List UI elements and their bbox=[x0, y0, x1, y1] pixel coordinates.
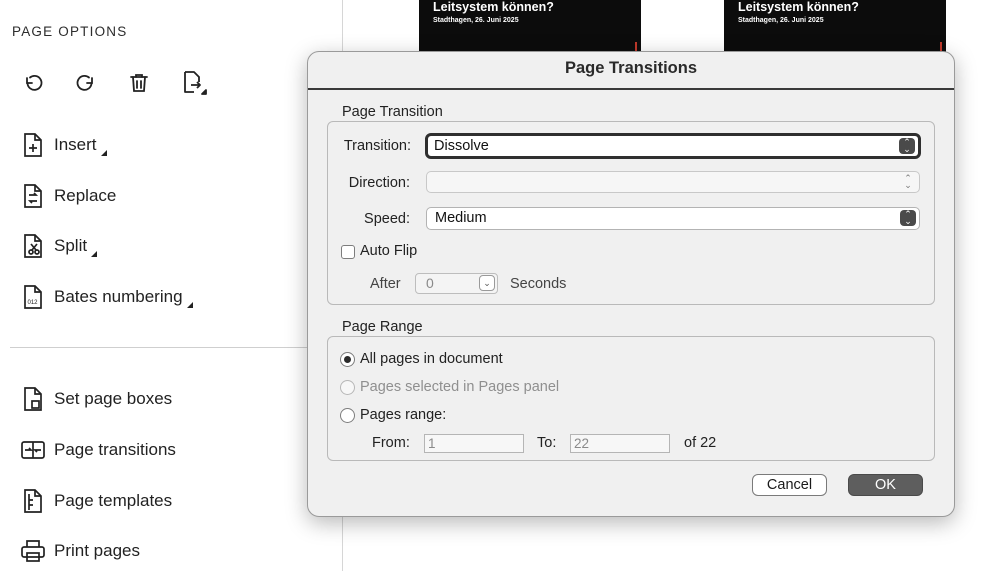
panel-title: PAGE OPTIONS bbox=[12, 24, 128, 39]
menu-item-page-templates[interactable]: Page templates bbox=[20, 484, 172, 518]
speed-select[interactable]: Medium ⌃ ⌄ bbox=[426, 207, 920, 230]
after-value: 0 bbox=[426, 275, 434, 291]
page-thumbnail[interactable]: Leitsystem können? Stadthagen, 26. Juni … bbox=[419, 0, 641, 58]
page-templates-icon bbox=[20, 488, 46, 514]
page-count-text: of 22 bbox=[684, 435, 717, 451]
menu-item-label: Page transitions bbox=[54, 440, 176, 459]
menu-item-label: Page templates bbox=[54, 491, 173, 510]
replace-page-icon bbox=[20, 183, 46, 209]
thumbnail-subtitle: Stadthagen, 26. Juni 2025 bbox=[738, 17, 824, 24]
direction-label: Direction: bbox=[348, 175, 410, 191]
speed-value: Medium bbox=[435, 210, 487, 226]
menu-item-replace[interactable]: Replace bbox=[20, 179, 116, 213]
insert-page-icon bbox=[20, 132, 46, 158]
menu-item-split[interactable]: Split bbox=[20, 229, 98, 263]
to-label: To: bbox=[537, 435, 557, 451]
export-page-icon[interactable] bbox=[178, 68, 208, 98]
page-thumbnail[interactable]: Leitsystem können? Stadthagen, 26. Juni … bbox=[724, 0, 946, 58]
transition-select[interactable]: Dissolve ⌃ ⌄ bbox=[425, 133, 921, 159]
menu-item-label: Replace bbox=[54, 186, 117, 205]
printer-icon bbox=[20, 538, 46, 564]
thumbnail-title: Leitsystem können? bbox=[738, 0, 859, 14]
select-arrows-icon: ⌃ ⌄ bbox=[900, 210, 916, 226]
auto-flip-label[interactable]: Auto Flip bbox=[360, 243, 417, 259]
menu-item-label: Set page boxes bbox=[54, 389, 173, 408]
thumbnail-subtitle: Stadthagen, 26. Juni 2025 bbox=[433, 17, 519, 24]
all-pages-label[interactable]: All pages in document bbox=[360, 351, 503, 367]
page-transition-section-label: Page Transition bbox=[342, 104, 443, 120]
undo-icon[interactable] bbox=[18, 68, 48, 98]
page-transitions-dialog: Page Transitions Page Transition Transit… bbox=[307, 51, 955, 517]
speed-label: Speed: bbox=[364, 211, 410, 227]
svg-text:012: 012 bbox=[28, 300, 39, 306]
split-page-icon bbox=[20, 233, 46, 259]
menu-item-set-page-boxes[interactable]: Set page boxes bbox=[20, 382, 172, 416]
auto-flip-checkbox[interactable] bbox=[341, 245, 355, 259]
after-label: After bbox=[370, 276, 401, 292]
page-transition-group: Transition: Dissolve ⌃ ⌄ Direction: ⌃ ⌄ Sp… bbox=[327, 121, 935, 305]
bates-numbering-icon: 012 bbox=[20, 284, 46, 310]
seconds-label: Seconds bbox=[510, 276, 567, 292]
select-arrows-icon: ⌃ ⌄ bbox=[904, 173, 912, 190]
selected-pages-radio[interactable] bbox=[340, 380, 355, 395]
menu-item-label: Split bbox=[54, 236, 88, 255]
page-options-panel: PAGE OPTIONS Insert Replace Split 012 Ba… bbox=[0, 0, 343, 571]
submenu-indicator-icon bbox=[91, 251, 98, 257]
selected-pages-label: Pages selected in Pages panel bbox=[360, 379, 560, 395]
direction-select[interactable]: ⌃ ⌄ bbox=[426, 171, 920, 193]
thumbnail-title: Leitsystem können? bbox=[433, 0, 554, 14]
select-arrows-icon: ⌃ ⌄ bbox=[899, 138, 915, 154]
trash-icon[interactable] bbox=[124, 68, 154, 98]
page-range-section-label: Page Range bbox=[342, 319, 423, 335]
menu-item-bates-numbering[interactable]: 012 Bates numbering bbox=[20, 280, 193, 314]
transition-value: Dissolve bbox=[434, 138, 489, 154]
after-seconds-combo[interactable]: 0 ⌄ bbox=[415, 273, 498, 294]
menu-item-label: Print pages bbox=[54, 541, 140, 560]
transition-label: Transition: bbox=[343, 138, 411, 154]
menu-item-insert[interactable]: Insert bbox=[20, 128, 107, 162]
page-transitions-icon bbox=[20, 437, 46, 463]
pages-range-label[interactable]: Pages range: bbox=[360, 407, 446, 423]
menu-item-print-pages[interactable]: Print pages bbox=[20, 534, 140, 568]
from-label: From: bbox=[372, 435, 410, 451]
title-separator bbox=[308, 88, 954, 90]
submenu-indicator-icon bbox=[186, 302, 193, 308]
from-field[interactable]: 1 bbox=[424, 434, 524, 453]
page-range-group: All pages in document Pages selected in … bbox=[327, 336, 935, 461]
to-field[interactable]: 22 bbox=[570, 434, 670, 453]
ok-button[interactable]: OK bbox=[848, 474, 923, 496]
dialog-title: Page Transitions bbox=[564, 59, 698, 77]
pages-range-radio[interactable] bbox=[340, 408, 355, 423]
menu-item-page-transitions[interactable]: Page transitions bbox=[20, 433, 176, 467]
submenu-indicator-icon bbox=[100, 150, 107, 156]
page-box-icon bbox=[20, 386, 46, 412]
menu-item-label: Bates numbering bbox=[54, 287, 183, 306]
cancel-button[interactable]: Cancel bbox=[752, 474, 827, 496]
panel-divider bbox=[10, 347, 342, 348]
chevron-down-icon[interactable]: ⌄ bbox=[479, 275, 495, 291]
menu-item-label: Insert bbox=[54, 135, 97, 154]
redo-icon[interactable] bbox=[71, 68, 101, 98]
all-pages-radio[interactable] bbox=[340, 352, 355, 367]
